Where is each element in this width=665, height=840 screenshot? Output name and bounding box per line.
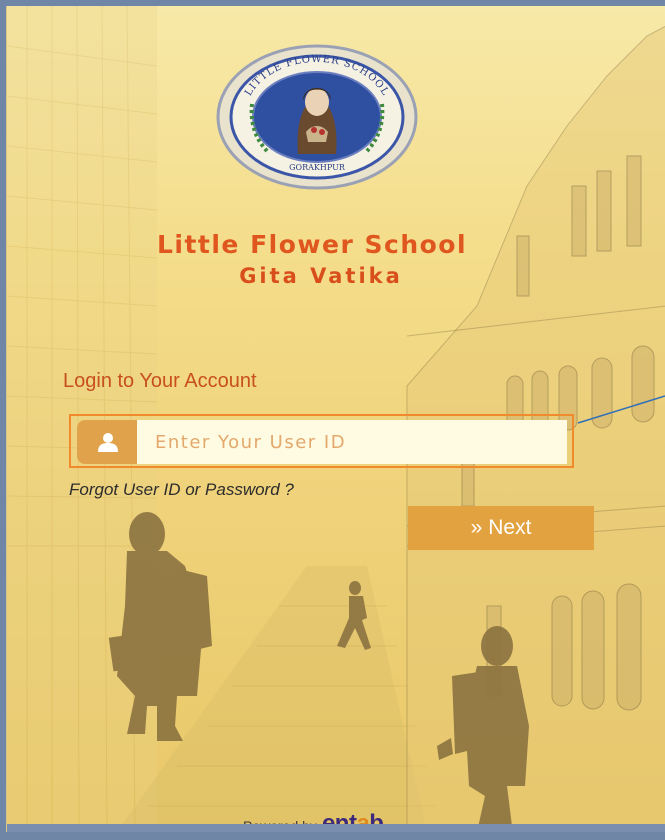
- school-name: Little Flower School: [156, 230, 468, 259]
- bottom-border: [7, 824, 665, 832]
- logo-text-bottom: GORAKHPUR: [289, 163, 346, 172]
- next-button[interactable]: » Next: [408, 506, 594, 550]
- school-logo: LITTLE FLOWER SCHOOL GORAKHPUR: [216, 44, 418, 190]
- login-page: LITTLE FLOWER SCHOOL GORAKHPUR Little Fl…: [6, 6, 665, 832]
- user-id-input[interactable]: [137, 420, 567, 464]
- school-branch: Gita Vatika: [239, 264, 403, 288]
- forgot-credentials-link[interactable]: Forgot User ID or Password ?: [69, 480, 294, 500]
- login-heading: Login to Your Account: [63, 370, 257, 392]
- next-button-label: Next: [488, 516, 532, 539]
- user-id-field-group: [69, 414, 574, 468]
- double-chevron-right-icon: »: [470, 516, 483, 539]
- user-icon: [77, 420, 139, 464]
